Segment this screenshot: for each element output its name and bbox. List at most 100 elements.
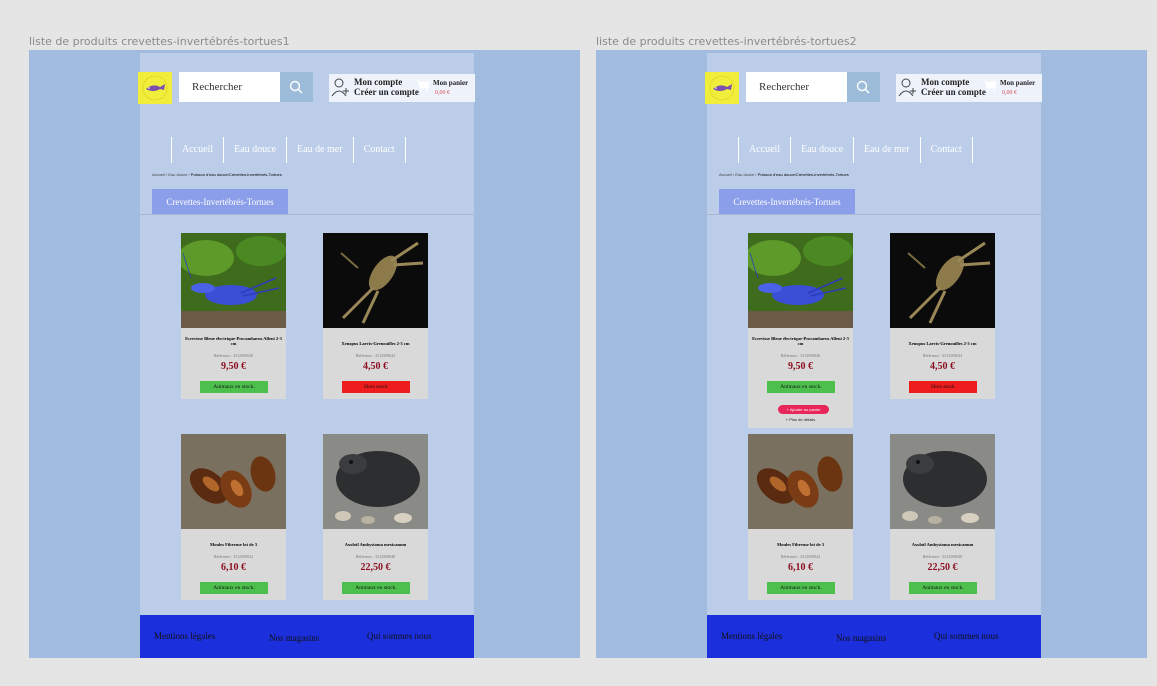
stock-badge: Animaux en stock. [767, 381, 835, 393]
nav-item-eau-de-mer[interactable]: Eau de mer [286, 137, 353, 163]
nav-item-eau-douce[interactable]: Eau douce [790, 137, 853, 163]
product-name[interactable]: Moules Fibreuse lot de 3 [185, 542, 282, 547]
nav-item-contact[interactable]: Contact [919, 137, 973, 163]
breadcrumb: Accueil / Eau douce / Poisson d'eau douc… [719, 172, 849, 177]
fish-logo-icon [709, 75, 735, 101]
product-reference: Référence : 3312509042 [213, 554, 254, 559]
frame-1: Rechercher Mon compte Créer un compte Mo… [29, 50, 580, 658]
product-name[interactable]: Ecrevisse Bleue électrique-Procambarus A… [185, 336, 282, 346]
divider [140, 214, 474, 215]
search-input[interactable]: Rechercher [746, 72, 847, 102]
logo[interactable] [138, 72, 172, 104]
footer-stores-link[interactable]: Nos magasins [836, 633, 886, 643]
search-input[interactable]: Rechercher [179, 72, 280, 102]
stock-badge: Animaux en stock. [342, 582, 410, 594]
product-image-mussels[interactable] [748, 434, 853, 529]
product-card-hovered[interactable]: Ecrevisse Bleue électrique-Procambarus A… [748, 233, 853, 428]
divider [707, 214, 1041, 215]
blue-crayfish-photo-icon [181, 233, 286, 328]
product-price: 9,50 € [788, 361, 813, 372]
cart-label[interactable]: Mon panier [433, 79, 468, 87]
product-name[interactable]: Axolotl Ambystoma mexicanum [894, 542, 991, 547]
product-image-frog[interactable] [890, 233, 995, 328]
footer-about-link[interactable]: Qui sommes nous [367, 631, 432, 641]
footer-about-link[interactable]: Qui sommes nous [934, 631, 999, 641]
product-image-crayfish[interactable] [181, 233, 286, 328]
product-card[interactable]: Axolotl Ambystoma mexicanum Référence : … [323, 434, 428, 600]
product-name[interactable]: Xenopus Laevis-Grenouilles 2-3 cm [327, 341, 424, 346]
product-name[interactable]: Moules Fibreuse lot de 3 [752, 542, 849, 547]
product-card[interactable]: Axolotl Ambystoma mexicanum Référence : … [890, 434, 995, 600]
product-card[interactable]: Xenopus Laevis-Grenouilles 2-3 cm Référe… [890, 233, 995, 399]
product-image-axolotl[interactable] [890, 434, 995, 529]
frame-title: liste de produits crevettes-invertébrés-… [29, 35, 290, 48]
page: Rechercher Mon compte Créer un compte Mo… [705, 53, 1042, 658]
cart-amount: 0,00 € [435, 90, 450, 96]
cart-amount: 0,00 € [1002, 90, 1017, 96]
stock-badge: Hors stock [342, 381, 410, 393]
product-reference: Référence : 3312509042 [780, 554, 821, 559]
product-price: 6,10 € [221, 562, 246, 573]
fish-logo-icon [142, 75, 168, 101]
frog-photo-icon [323, 233, 428, 328]
product-reference: Référence : 3312509040 [213, 353, 254, 358]
nav-item-eau-de-mer[interactable]: Eau de mer [853, 137, 920, 163]
product-price: 6,10 € [788, 562, 813, 573]
mussels-photo-icon [181, 434, 286, 529]
product-reference: Référence : 3312509040 [780, 353, 821, 358]
search-button[interactable] [280, 72, 313, 102]
product-reference: Référence : 3312509044 [355, 353, 396, 358]
search-button[interactable] [847, 72, 880, 102]
product-reference: Référence : 3312509048 [355, 554, 396, 559]
nav-item-contact[interactable]: Contact [352, 137, 406, 163]
axolotl-photo-icon [890, 434, 995, 529]
product-price: 9,50 € [221, 361, 246, 372]
footer-legal-link[interactable]: Mentions légales [154, 631, 215, 641]
product-card[interactable]: Moules Fibreuse lot de 3 Référence : 331… [748, 434, 853, 600]
cart-icon [983, 79, 997, 92]
create-account-link[interactable]: Créer un compte [354, 87, 419, 97]
product-image-crayfish[interactable] [748, 233, 853, 328]
search-icon [856, 80, 870, 94]
account-link[interactable]: Mon compte [354, 77, 402, 87]
nav-item-eau-douce[interactable]: Eau douce [223, 137, 286, 163]
account-link[interactable]: Mon compte [921, 77, 969, 87]
blue-crayfish-photo-icon [748, 233, 853, 328]
frame-2: Rechercher Mon compte Créer un compte Mo… [596, 50, 1147, 658]
account-area[interactable]: Mon compte Créer un compte Mon panier 0,… [896, 74, 1042, 102]
frog-photo-icon [890, 233, 995, 328]
nav-item-accueil[interactable]: Accueil [738, 137, 790, 163]
cart-label[interactable]: Mon panier [1000, 79, 1035, 87]
account-area[interactable]: Mon compte Créer un compte Mon panier 0,… [329, 74, 475, 102]
create-account-link[interactable]: Créer un compte [921, 87, 986, 97]
breadcrumb-path[interactable]: Accueil / Eau douce / [719, 172, 758, 177]
product-card[interactable]: Xenopus Laevis-Grenouilles 2-3 cm Référe… [323, 233, 428, 399]
add-to-cart-button[interactable]: + Ajouter au panier [778, 405, 829, 414]
product-image-mussels[interactable] [181, 434, 286, 529]
footer-legal-link[interactable]: Mentions légales [721, 631, 782, 641]
breadcrumb-current: Poisson d'eau douce/Crevettes-Invertébré… [757, 172, 849, 177]
footer-stores-link[interactable]: Nos magasins [269, 633, 319, 643]
product-name[interactable]: Axolotl Ambystoma mexicanum [327, 542, 424, 547]
product-name[interactable]: Ecrevisse Bleue électrique-Procambarus A… [752, 336, 849, 346]
mussels-photo-icon [748, 434, 853, 529]
product-price: 4,50 € [930, 361, 955, 372]
product-reference: Référence : 3312509044 [922, 353, 963, 358]
stock-badge: Animaux en stock. [909, 582, 977, 594]
breadcrumb-path[interactable]: Accueil / Eau douce / [152, 172, 191, 177]
product-price: 22,50 € [360, 562, 391, 573]
footer: Mentions légales Nos magasins Qui sommes… [140, 615, 474, 658]
product-card[interactable]: Moules Fibreuse lot de 3 Référence : 331… [181, 434, 286, 600]
product-card[interactable]: Ecrevisse Bleue électrique-Procambarus A… [181, 233, 286, 399]
product-image-axolotl[interactable] [323, 434, 428, 529]
product-price: 22,50 € [927, 562, 958, 573]
product-image-frog[interactable] [323, 233, 428, 328]
more-details-link[interactable]: + Plus de détails [748, 417, 853, 422]
product-reference: Référence : 3312509048 [922, 554, 963, 559]
category-title: Crevettes-Invertébrés-Tortues [719, 189, 855, 215]
nav-item-accueil[interactable]: Accueil [171, 137, 223, 163]
product-name[interactable]: Xenopus Laevis-Grenouilles 2-3 cm [894, 341, 991, 346]
frame-title: liste de produits crevettes-invertébrés-… [596, 35, 857, 48]
logo[interactable] [705, 72, 739, 104]
category-title: Crevettes-Invertébrés-Tortues [152, 189, 288, 215]
